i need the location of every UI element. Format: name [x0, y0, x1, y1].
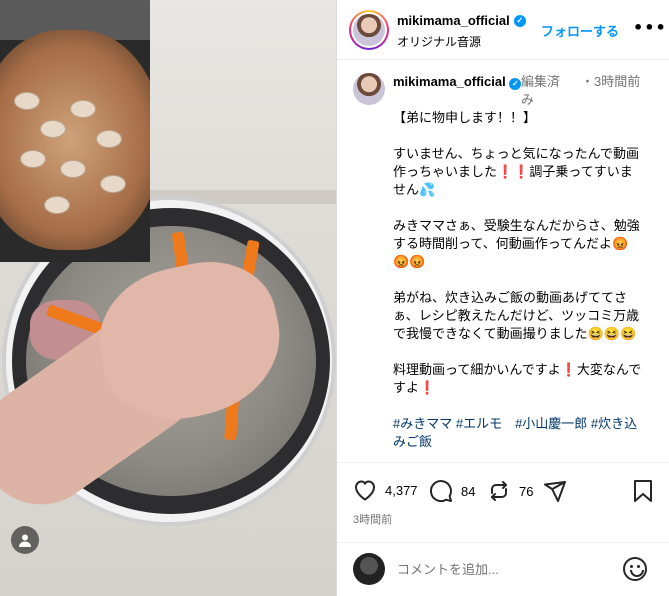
caption-paragraph: すいません、ちょっと気になったんで動画作っちゃいました❗❗調子乗ってすいません💦	[393, 146, 639, 197]
mushroom-slice	[40, 120, 66, 138]
edited-label: 編集済み	[521, 74, 561, 107]
caption-paragraph: 【弟に物申します！！】	[393, 110, 537, 125]
hashtags[interactable]: #みきママ #エルモ #小山慶一郎 #炊き込みご飯	[393, 415, 643, 451]
mushroom-slice	[20, 150, 46, 168]
caption-text: 【弟に物申します！！】 すいません、ちょっと気になったんで動画作っちゃいました❗…	[393, 109, 643, 461]
follow-button[interactable]: フォローする	[541, 21, 619, 40]
repost-button[interactable]: 76	[487, 479, 533, 503]
action-bar: 4,377 84 76 3時間前	[337, 462, 669, 542]
person-icon	[19, 534, 31, 547]
caption-area[interactable]: mikimama_official ✓ 編集済み ・3時間前 【弟に物申します！…	[337, 61, 669, 461]
comment-count[interactable]: 84	[461, 484, 475, 499]
send-icon	[544, 481, 566, 502]
post-header: mikimama_official ✓ オリジナル音源 フォローする •••	[337, 0, 669, 60]
verified-badge-icon: ✓	[509, 78, 522, 90]
comment-icon	[429, 480, 452, 503]
post-timestamp[interactable]: 3時間前	[353, 511, 392, 527]
caption-avatar[interactable]	[353, 73, 385, 105]
mushroom-slice	[100, 175, 126, 193]
caption-paragraph: みきママさぁ、受験生なんだからさ、勉強する時間削って、何動画作ってんだよ😡😡😡	[393, 218, 640, 269]
inset-clip	[0, 0, 150, 262]
caption-paragraph: 弟がね、炊き込みご飯の動画あげててさぁ、レシピ教えたんだけど、ツッコミ万歳で我慢…	[393, 290, 640, 341]
avatar	[353, 14, 385, 46]
audio-label[interactable]: オリジナル音源	[397, 33, 481, 50]
bookmark-icon	[634, 480, 652, 502]
tagged-user-button[interactable]	[11, 526, 39, 554]
caption-paragraph: 料理動画って細かいんですよ❗大変なんですよ❗	[393, 362, 642, 395]
emoji-picker-icon[interactable]	[623, 557, 647, 581]
mushroom-slice	[14, 92, 40, 110]
like-button[interactable]: 4,377	[353, 479, 418, 501]
repost-count[interactable]: 76	[519, 484, 533, 499]
like-count[interactable]: 4,377	[385, 483, 418, 498]
post-side-panel: mikimama_official ✓ オリジナル音源 フォローする ••• m…	[336, 0, 669, 596]
comment-input[interactable]	[397, 559, 617, 579]
verified-badge-icon: ✓	[513, 14, 526, 27]
mushroom-slice	[60, 160, 86, 178]
mushroom-slice	[44, 196, 70, 214]
share-button[interactable]	[543, 479, 567, 503]
heart-icon	[355, 480, 375, 501]
reel-video[interactable]	[0, 0, 336, 596]
caption-timestamp[interactable]: ・3時間前	[581, 73, 641, 91]
comment-button[interactable]: 84	[429, 479, 475, 503]
repost-icon	[491, 481, 507, 501]
more-options-icon[interactable]: •••	[633, 18, 667, 37]
comment-composer	[337, 542, 669, 596]
author-name[interactable]: mikimama_official ✓	[397, 13, 526, 28]
save-button[interactable]	[633, 479, 653, 503]
mushroom-slice	[96, 130, 122, 148]
story-ring[interactable]	[349, 10, 389, 50]
mushroom-slice	[70, 100, 96, 118]
viewer-avatar	[353, 553, 385, 585]
